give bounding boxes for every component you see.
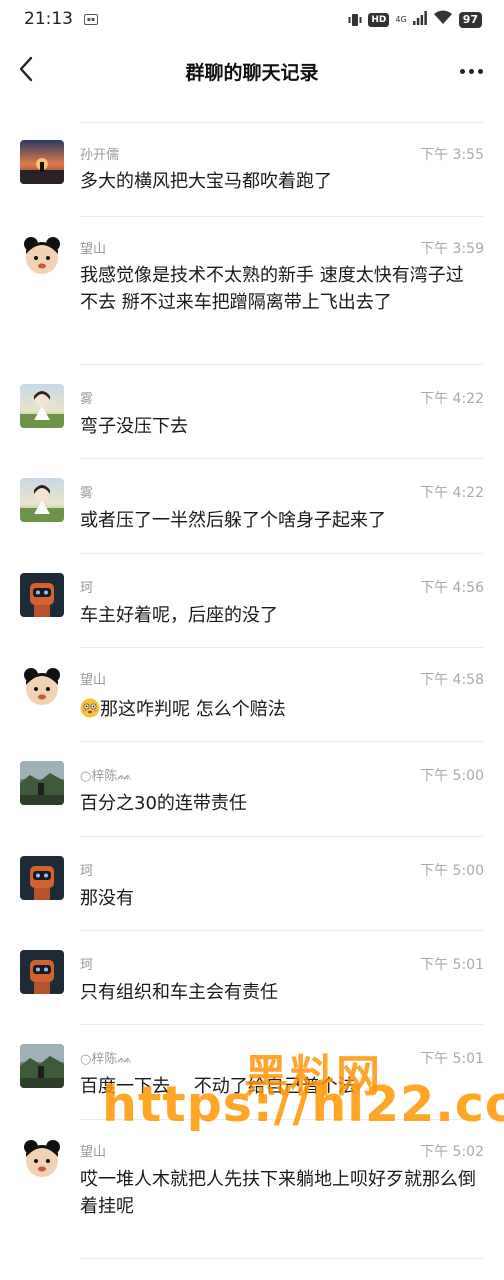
vibrate-icon (348, 12, 362, 28)
message-text: 弯子没压下去 (80, 416, 188, 437)
dot-icon (468, 68, 474, 74)
divider (80, 1258, 484, 1259)
message-time: 下午 5:00 (420, 863, 484, 879)
message-text: 车主好着呢，后座的没了 (80, 605, 278, 626)
message-text: 或者压了一半然后躲了个啥身子起来了 (80, 510, 386, 531)
signal-icon (412, 10, 427, 29)
message-text: 我感觉像是技术不太熟的新手 速度太快有湾子过不去 掰不过来车把蹭隔离带上飞出去了 (80, 265, 464, 313)
landscape-avatar[interactable] (20, 761, 64, 805)
message-time: 下午 4:22 (420, 485, 484, 501)
sender-name: 珂 (80, 958, 94, 973)
sender-name: 珂 (80, 581, 94, 596)
message-text: 那这咋判呢 怎么个赔法 (80, 696, 480, 723)
message-time: 下午 5:00 (420, 768, 484, 784)
nav-bar: 群聊的聊天记录 (0, 38, 504, 102)
divider (80, 1024, 484, 1025)
divider (80, 741, 484, 742)
status-bar: 21:13 ▪▪ HD 4G 97 (0, 0, 504, 38)
message-text-content: 那这咋判呢 怎么个赔法 (100, 699, 286, 720)
sunset-avatar[interactable] (20, 140, 64, 184)
message-time: 下午 5:01 (420, 1051, 484, 1067)
sender-name: 望山 (80, 673, 107, 688)
robot-avatar[interactable] (20, 856, 64, 900)
anime-girl-avatar[interactable] (20, 384, 64, 428)
sender-name: ○梓陈ᨐ (80, 769, 133, 784)
message-text: 多大的横风把大宝马都吹着跑了 (80, 171, 332, 192)
watermark-url: https://hl22.co (102, 1076, 504, 1133)
divider (80, 836, 484, 837)
sender-name: 雾 (80, 392, 94, 407)
message-time: 下午 4:56 (420, 580, 484, 596)
notification-icon: ▪▪ (84, 14, 98, 25)
robot-avatar[interactable] (20, 950, 64, 994)
message-time: 下午 5:01 (420, 957, 484, 973)
divider (80, 216, 484, 217)
robot-avatar[interactable] (20, 573, 64, 617)
sender-name: 珂 (80, 864, 94, 879)
message-time: 下午 3:59 (420, 241, 484, 257)
status-icons: HD 4G 97 (348, 10, 482, 29)
sender-name: 孙开儒 (80, 148, 120, 163)
divider (80, 364, 484, 365)
status-time: 21:13 (24, 9, 73, 29)
page-title: 群聊的聊天记录 (185, 62, 319, 84)
dot-icon (477, 68, 483, 74)
anime-girl-avatar[interactable] (20, 478, 64, 522)
message-time: 下午 4:58 (420, 672, 484, 688)
cartoon-avatar[interactable] (20, 1137, 64, 1181)
divider (80, 122, 484, 123)
sender-name: 望山 (80, 242, 107, 257)
flushed-face-icon (80, 698, 100, 718)
divider (80, 647, 484, 648)
cartoon-avatar[interactable] (20, 234, 64, 278)
sender-name: ○梓陈ᨐ (80, 1052, 133, 1067)
cartoon-avatar[interactable] (20, 665, 64, 709)
divider (80, 930, 484, 931)
divider (80, 458, 484, 459)
landscape-avatar[interactable] (20, 1044, 64, 1088)
message-time: 下午 5:02 (420, 1144, 484, 1160)
sender-name: 望山 (80, 1145, 107, 1160)
message-time: 下午 3:55 (420, 147, 484, 163)
message-text: 百分之30的连带责任 (80, 793, 247, 814)
more-options-button[interactable] (456, 56, 486, 86)
sender-name: 雾 (80, 486, 94, 501)
network-label: 4G (395, 14, 407, 24)
message-text: 那没有 (80, 888, 134, 909)
dot-icon (459, 68, 465, 74)
wifi-icon (433, 10, 453, 29)
battery-icon: 97 (458, 11, 482, 28)
message-time: 下午 4:22 (420, 391, 484, 407)
message-text: 哎一堆人木就把人先扶下来躺地上呗好歹就那么倒着挂呢 (80, 1169, 476, 1217)
message-text: 只有组织和车主会有责任 (80, 982, 278, 1003)
hd-icon: HD (368, 12, 390, 27)
divider (80, 553, 484, 554)
